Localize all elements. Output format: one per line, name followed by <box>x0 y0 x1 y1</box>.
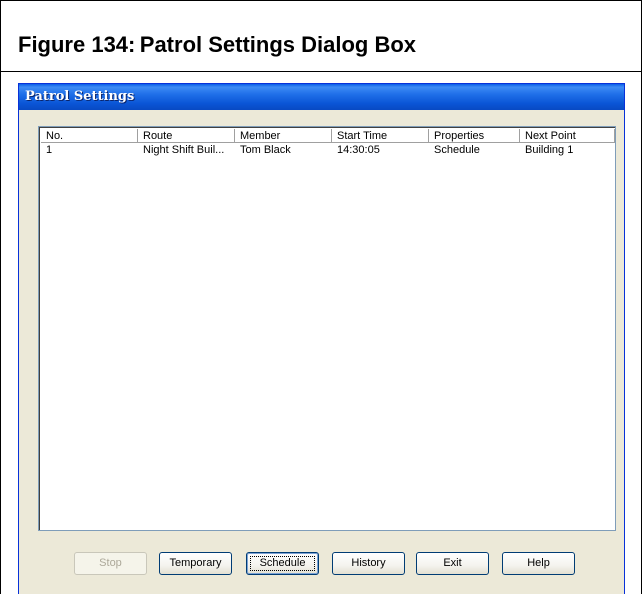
column-header-start-time[interactable]: Start Time <box>332 129 429 143</box>
column-header-next-point[interactable]: Next Point <box>520 129 615 143</box>
column-header-properties[interactable]: Properties <box>429 129 520 143</box>
figure-header: Figure 134: Patrol Settings Dialog Box <box>0 0 642 72</box>
button-bar: Stop Temporary Schedule History Exit Hel… <box>19 552 624 576</box>
figure-title: Figure 134: Patrol Settings Dialog Box <box>18 32 417 57</box>
window-title: Patrol Settings <box>25 89 135 104</box>
cell-start-time: 14:30:05 <box>337 144 380 156</box>
patrol-settings-window: Patrol Settings No. Route Member Start T… <box>18 83 625 594</box>
cell-route: Night Shift Buil... <box>143 144 225 156</box>
stop-button[interactable]: Stop <box>74 552 147 575</box>
column-header-route[interactable]: Route <box>138 129 235 143</box>
help-button[interactable]: Help <box>502 552 575 575</box>
cell-member: Tom Black <box>240 144 291 156</box>
exit-button[interactable]: Exit <box>416 552 489 575</box>
cell-properties: Schedule <box>434 144 480 156</box>
column-header-no[interactable]: No. <box>41 129 138 143</box>
title-bar[interactable]: Patrol Settings <box>19 84 624 110</box>
focus-ring <box>250 556 315 571</box>
temporary-button[interactable]: Temporary <box>159 552 232 575</box>
patrol-list[interactable]: No. Route Member Start Time Properties N… <box>38 126 616 531</box>
schedule-button[interactable]: Schedule <box>246 552 319 575</box>
list-header: No. Route Member Start Time Properties N… <box>41 129 615 144</box>
list-row[interactable]: 1 Night Shift Buil... Tom Black 14:30:05… <box>41 144 613 157</box>
column-header-member[interactable]: Member <box>235 129 332 143</box>
cell-no: 1 <box>46 144 53 156</box>
cell-next-point: Building 1 <box>525 144 574 156</box>
history-button[interactable]: History <box>332 552 405 575</box>
